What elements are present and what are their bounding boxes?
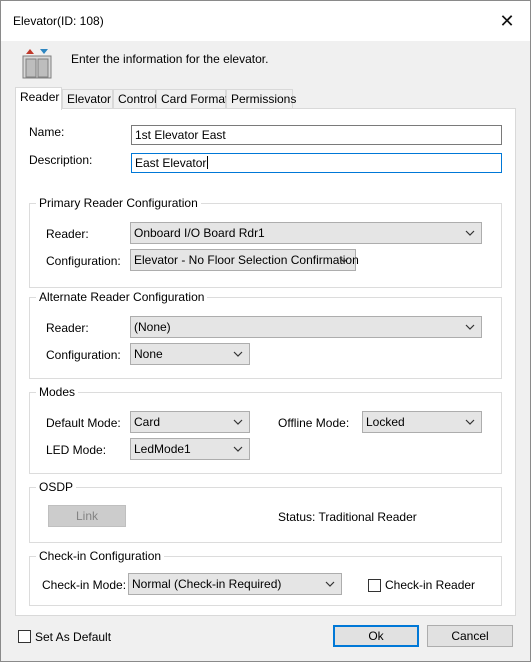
tab-permissions[interactable]: Permissions <box>226 89 296 109</box>
alternate-reader-title: Alternate Reader Configuration <box>36 290 208 304</box>
primary-configuration-value: Elevator - No Floor Selection Confirmati… <box>134 253 359 267</box>
title-bar: Elevator(ID: 108) ✕ <box>1 1 530 41</box>
elevator-icon <box>22 49 52 79</box>
close-button[interactable]: ✕ <box>484 1 530 41</box>
alternate-reader-value: (None) <box>134 320 171 334</box>
led-mode-value: LedMode1 <box>134 442 191 456</box>
led-mode-select[interactable]: LedMode1 <box>130 438 250 460</box>
primary-reader-label: Reader: <box>46 227 89 241</box>
primary-reader-value: Onboard I/O Board Rdr1 <box>134 226 265 240</box>
close-icon: ✕ <box>499 10 515 31</box>
set-as-default-checkbox[interactable] <box>18 630 31 643</box>
checkin-mode-select[interactable]: Normal (Check-in Required) <box>128 573 342 595</box>
ok-button[interactable]: Ok <box>333 625 419 647</box>
alternate-reader-label: Reader: <box>46 321 89 335</box>
checkin-title: Check-in Configuration <box>36 549 165 563</box>
text-caret <box>207 156 209 169</box>
checkin-mode-label: Check-in Mode: <box>42 578 127 592</box>
chevron-down-icon <box>233 446 243 452</box>
primary-configuration-label: Configuration: <box>46 254 121 268</box>
chevron-down-icon <box>233 419 243 425</box>
header-instruction: Enter the information for the elevator. <box>71 52 269 66</box>
chevron-down-icon <box>233 351 243 357</box>
name-value: 1st Elevator East <box>135 128 226 142</box>
tab-elevator[interactable]: Elevator <box>62 89 113 109</box>
primary-configuration-select[interactable]: Elevator - No Floor Selection Confirmati… <box>130 249 359 271</box>
default-mode-select[interactable]: Card <box>130 411 250 433</box>
offline-mode-value: Locked <box>366 415 405 429</box>
osdp-status: Status: Traditional Reader <box>278 510 417 524</box>
alternate-reader-select[interactable]: (None) <box>130 316 482 338</box>
led-mode-label: LED Mode: <box>46 443 107 457</box>
offline-mode-select[interactable]: Locked <box>362 411 482 433</box>
alternate-configuration-value: None <box>134 347 163 361</box>
link-button[interactable]: Link <box>48 505 126 527</box>
set-as-default-label: Set As Default <box>35 630 112 644</box>
description-label: Description: <box>29 153 93 167</box>
checkin-reader-checkbox[interactable] <box>368 579 381 592</box>
tab-control[interactable]: Control <box>113 89 157 109</box>
alternate-reader-group: Alternate Reader Configuration <box>29 290 502 379</box>
reader-tab-panel: Name: 1st Elevator East Description: Eas… <box>15 108 516 616</box>
primary-reader-group: Primary Reader Configuration <box>29 196 502 288</box>
tab-reader[interactable]: Reader <box>15 87 62 110</box>
description-value: East Elevator <box>135 156 207 170</box>
chevron-down-icon <box>339 257 349 263</box>
osdp-title: OSDP <box>36 480 77 494</box>
chevron-down-icon <box>465 419 475 425</box>
name-field[interactable]: 1st Elevator East <box>131 125 502 145</box>
cancel-button[interactable]: Cancel <box>427 625 513 647</box>
chevron-down-icon <box>465 230 475 236</box>
primary-reader-select[interactable]: Onboard I/O Board Rdr1 <box>130 222 482 244</box>
modes-group: Modes <box>29 385 502 474</box>
default-mode-label: Default Mode: <box>46 416 121 430</box>
chevron-down-icon <box>325 581 335 587</box>
chevron-down-icon <box>465 324 475 330</box>
primary-reader-title: Primary Reader Configuration <box>36 196 201 210</box>
checkin-reader-label: Check-in Reader <box>385 578 476 592</box>
description-field[interactable]: East Elevator <box>131 153 502 173</box>
alternate-configuration-select[interactable]: None <box>130 343 250 365</box>
offline-mode-label: Offline Mode: <box>278 416 350 430</box>
default-mode-value: Card <box>134 415 161 429</box>
elevator-dialog: Elevator(ID: 108) ✕ Enter the informatio… <box>0 0 531 662</box>
tab-card-format[interactable]: Card Format <box>156 89 228 109</box>
window-title: Elevator(ID: 108) <box>13 14 104 28</box>
alternate-configuration-label: Configuration: <box>46 348 121 362</box>
name-label: Name: <box>29 125 65 139</box>
checkin-mode-value: Normal (Check-in Required) <box>132 577 282 591</box>
modes-title: Modes <box>36 385 79 399</box>
